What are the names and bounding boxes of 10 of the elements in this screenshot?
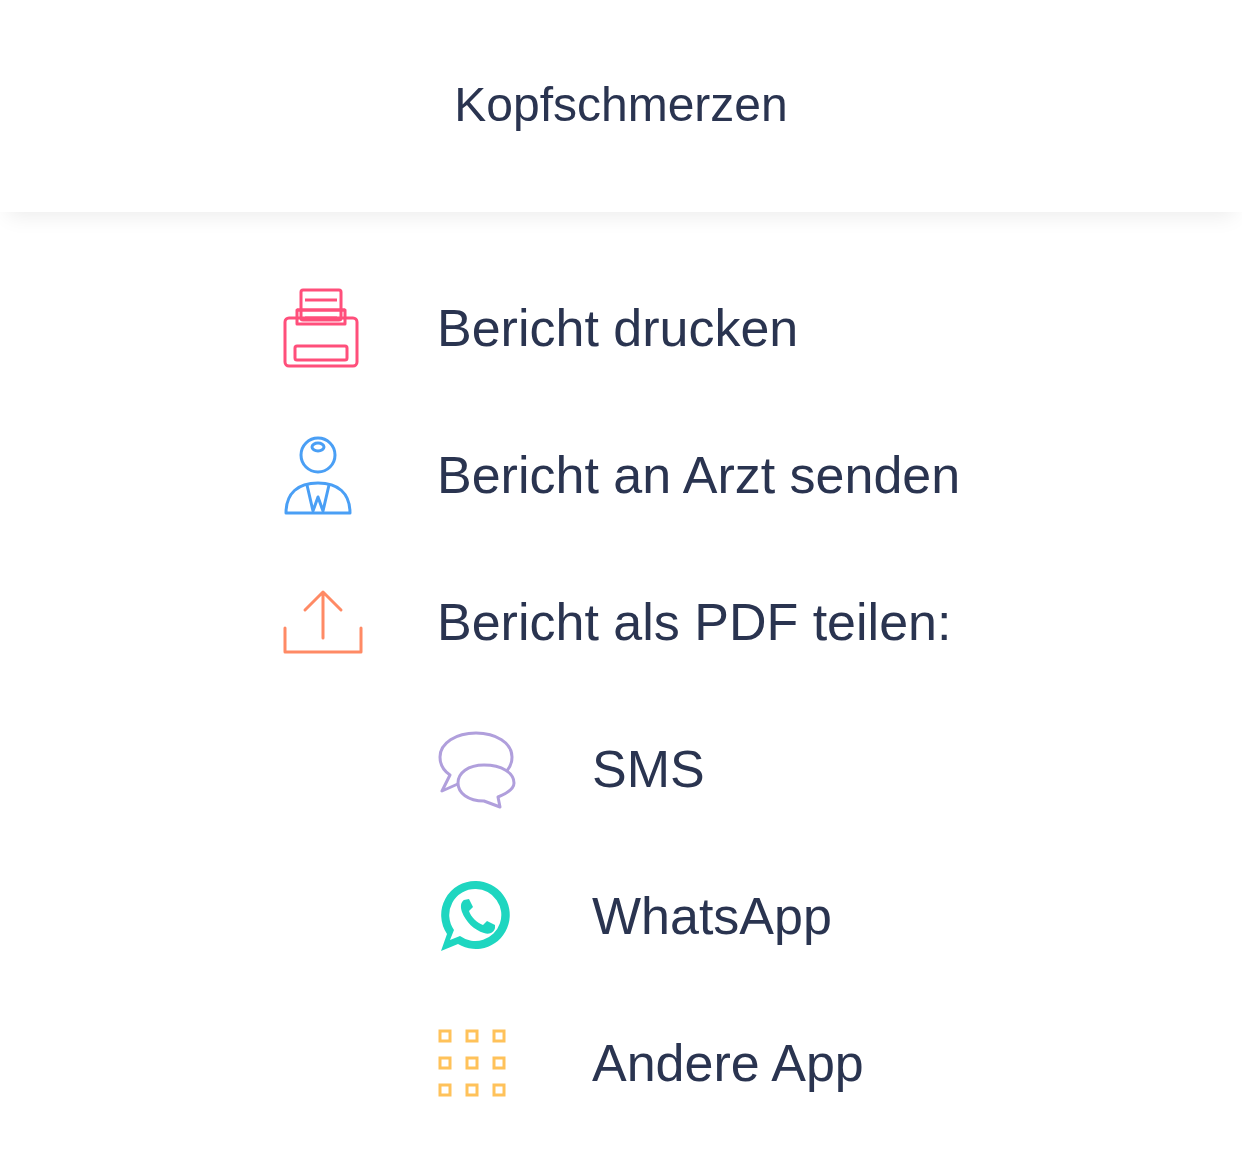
printer-icon	[283, 287, 359, 368]
page-title: Kopfschmerzen	[454, 76, 788, 132]
app-grid-icon	[438, 1028, 506, 1097]
doctor-icon	[283, 434, 353, 515]
action-item[interactable]: Bericht an Arzt senden	[437, 444, 961, 505]
share-option[interactable]: SMS	[592, 738, 705, 799]
section-label: Bericht als PDF teilen:	[437, 591, 952, 652]
action-item[interactable]: Bericht drucken	[437, 297, 799, 358]
share-option[interactable]: WhatsApp	[592, 885, 832, 946]
share-option[interactable]: Andere App	[592, 1032, 864, 1093]
